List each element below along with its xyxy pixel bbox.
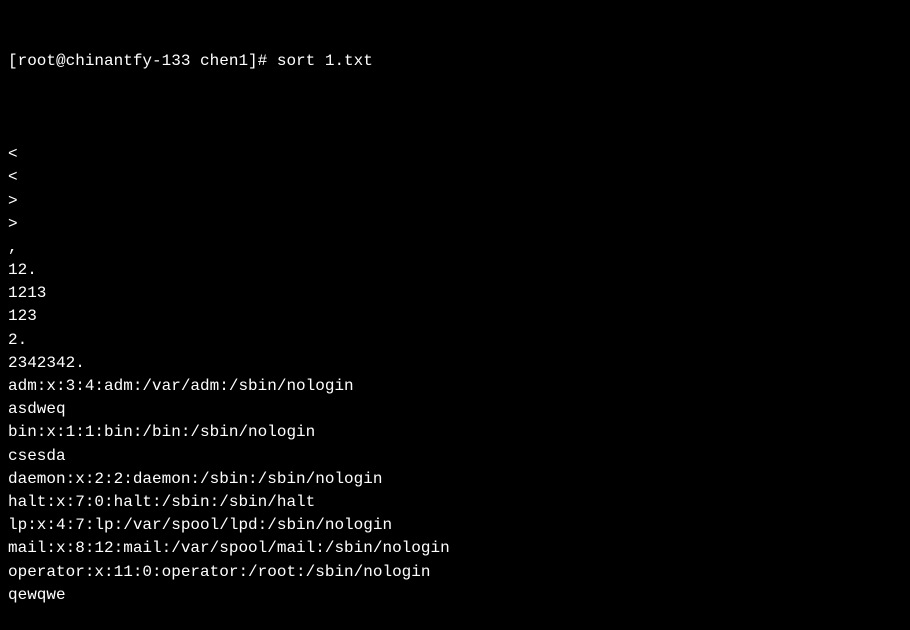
terminal[interactable]: [root@chinantfy-133 chen1]# sort 1.txt <… — [8, 4, 902, 630]
shell-prompt: [root@chinantfy-133 chen1]# — [8, 50, 277, 73]
prompt-line: [root@chinantfy-133 chen1]# sort 1.txt — [8, 50, 902, 73]
output-line: 123 — [8, 305, 902, 328]
output-line: lp:x:4:7:lp:/var/spool/lpd:/sbin/nologin — [8, 514, 902, 537]
output-line: halt:x:7:0:halt:/sbin:/sbin/halt — [8, 491, 902, 514]
output-line: qewqwe — [8, 584, 902, 607]
output-line: > — [8, 213, 902, 236]
output-line: csesda — [8, 445, 902, 468]
command-text: sort 1.txt — [277, 50, 373, 73]
output-line — [8, 120, 902, 143]
output-line: operator:x:11:0:operator:/root:/sbin/nol… — [8, 561, 902, 584]
output-container: <<>>,12.12131232.2342342.adm:x:3:4:adm:/… — [8, 120, 902, 607]
output-line: mail:x:8:12:mail:/var/spool/mail:/sbin/n… — [8, 537, 902, 560]
output-line: < — [8, 166, 902, 189]
output-line: bin:x:1:1:bin:/bin:/sbin/nologin — [8, 421, 902, 444]
output-line: 1213 — [8, 282, 902, 305]
output-line: adm:x:3:4:adm:/var/adm:/sbin/nologin — [8, 375, 902, 398]
output-line: 2342342. — [8, 352, 902, 375]
output-line: , — [8, 236, 902, 259]
output-line: daemon:x:2:2:daemon:/sbin:/sbin/nologin — [8, 468, 902, 491]
output-line: < — [8, 143, 902, 166]
output-line: > — [8, 190, 902, 213]
output-line: 2. — [8, 329, 902, 352]
output-line: asdweq — [8, 398, 902, 421]
output-line: 12. — [8, 259, 902, 282]
